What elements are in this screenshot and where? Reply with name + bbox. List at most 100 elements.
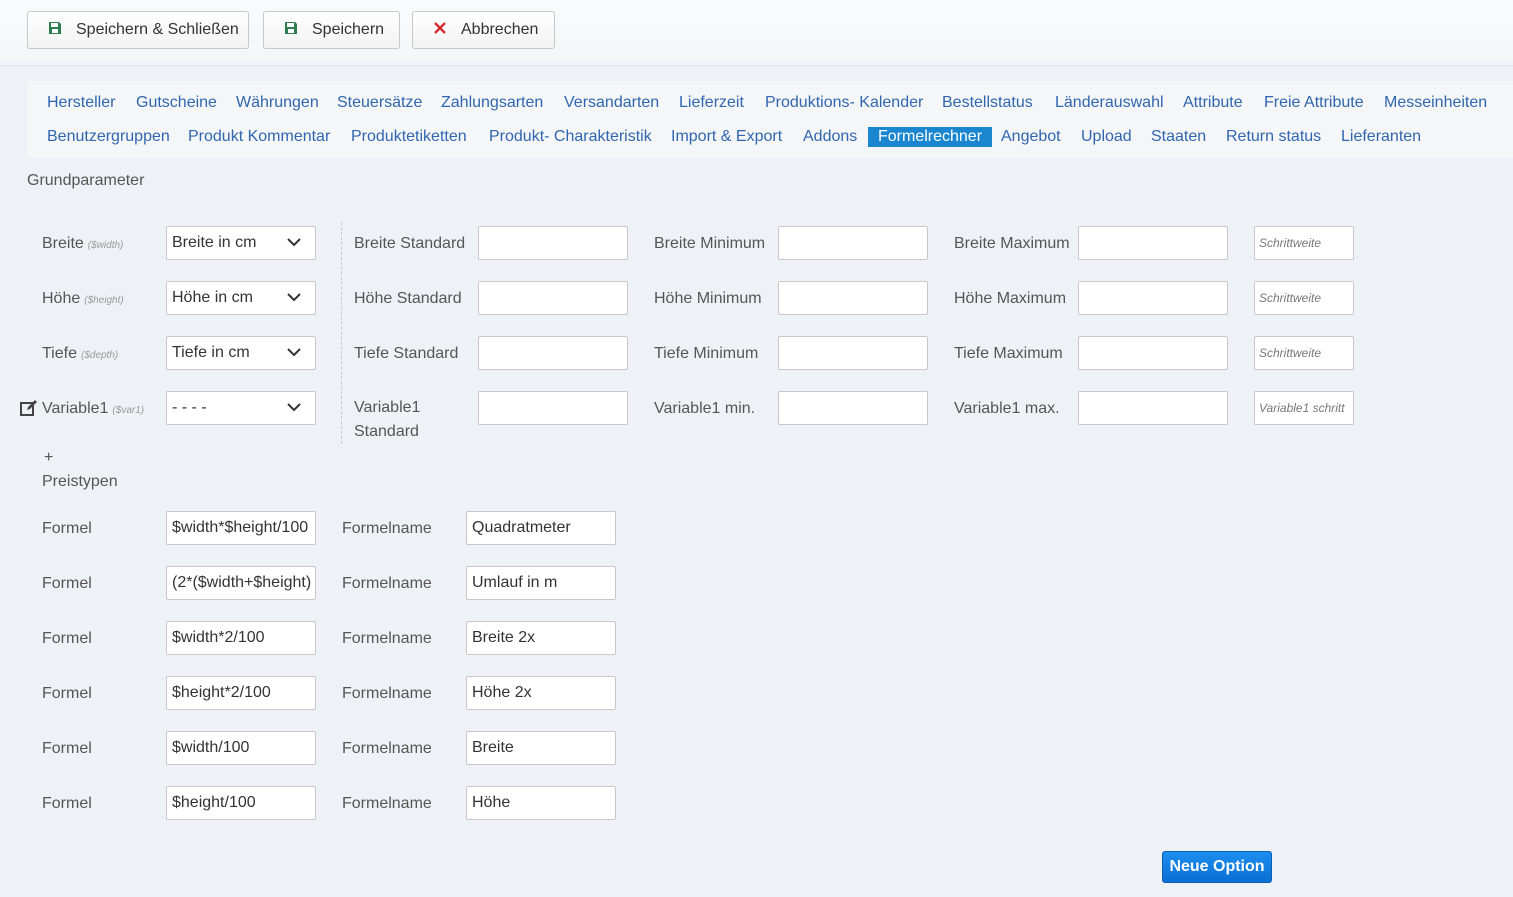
- tab-addons[interactable]: Addons: [803, 127, 857, 147]
- breite-unit-select[interactable]: Breite in cm: [166, 226, 316, 260]
- new-option-button[interactable]: Neue Option: [1162, 851, 1272, 883]
- chevron-down-icon: [287, 282, 301, 314]
- tab-produktions-kalender[interactable]: Produktions- Kalender: [765, 93, 923, 113]
- save-close-button[interactable]: Speichern & Schließen: [27, 11, 249, 49]
- tab-angebot[interactable]: Angebot: [1001, 127, 1061, 147]
- tab-attribute[interactable]: Attribute: [1183, 93, 1243, 113]
- tab-formelrechner[interactable]: Formelrechner: [868, 127, 993, 147]
- variable1-min-input[interactable]: [778, 391, 928, 425]
- formula-name-input[interactable]: Höhe: [466, 786, 616, 820]
- param-label-hoehe: Höhe ($height): [42, 290, 124, 307]
- tab-lieferzeit[interactable]: Lieferzeit: [679, 93, 744, 113]
- price-types-label: Preistypen: [42, 473, 118, 490]
- tab-bestellstatus[interactable]: Bestellstatus: [942, 93, 1033, 113]
- formula-input[interactable]: $width*$height/100: [166, 511, 316, 545]
- save-button[interactable]: Speichern: [263, 11, 400, 49]
- formula-name-label: Formelname: [342, 740, 432, 757]
- breite-max-label: Breite Maximum: [954, 235, 1070, 252]
- formula-name-input[interactable]: Quadratmeter: [466, 511, 616, 545]
- tiefe-min-input[interactable]: [778, 336, 928, 370]
- formula-input[interactable]: $width*2/100: [166, 621, 316, 655]
- tab-gutscheine[interactable]: Gutscheine: [136, 93, 217, 113]
- hoehe-max-label: Höhe Maximum: [954, 290, 1067, 307]
- formula-name-label: Formelname: [342, 575, 432, 592]
- tab-produktetiketten[interactable]: Produktetiketten: [351, 127, 467, 147]
- variable1-step-input[interactable]: Variable1 schritt: [1254, 391, 1354, 425]
- tab-versandarten[interactable]: Versandarten: [564, 93, 659, 113]
- tab-staaten[interactable]: Staaten: [1151, 127, 1206, 147]
- hoehe-unit-select[interactable]: Höhe in cm: [166, 281, 316, 315]
- tab-laenderauswahl[interactable]: Länderauswahl: [1055, 93, 1164, 113]
- param-label-tiefe: Tiefe ($depth): [42, 345, 119, 362]
- chevron-down-icon: [287, 227, 301, 259]
- tab-hersteller[interactable]: Hersteller: [47, 93, 115, 113]
- hoehe-min-input[interactable]: [778, 281, 928, 315]
- save-close-label: Speichern & Schließen: [76, 21, 239, 38]
- formula-input[interactable]: (2*($width+$height): [166, 566, 316, 600]
- tiefe-standard-input[interactable]: [478, 336, 628, 370]
- param-var: ($width): [87, 240, 124, 251]
- tab-waehrungen[interactable]: Währungen: [236, 93, 319, 113]
- formula-input[interactable]: $width/100: [166, 731, 316, 765]
- chevron-down-icon: [287, 392, 301, 424]
- variable1-standard-label: Variable1 Standard: [354, 399, 421, 440]
- tab-freie-attribute[interactable]: Freie Attribute: [1264, 93, 1364, 113]
- tab-upload[interactable]: Upload: [1081, 127, 1132, 147]
- param-var: ($height): [84, 295, 124, 306]
- tab-produkt-kommentar[interactable]: Produkt Kommentar: [188, 127, 330, 147]
- breite-min-input[interactable]: [778, 226, 928, 260]
- variable1-select[interactable]: - - - -: [166, 391, 316, 425]
- hoehe-standard-label: Höhe Standard: [354, 290, 462, 307]
- tab-zahlungsarten[interactable]: Zahlungsarten: [441, 93, 543, 113]
- formula-label: Formel: [42, 795, 92, 812]
- close-icon: [427, 21, 453, 39]
- formula-label: Formel: [42, 740, 92, 757]
- tiefe-step-input[interactable]: Schrittweite: [1254, 336, 1354, 370]
- tab-import-export[interactable]: Import & Export: [671, 127, 782, 147]
- param-label-variable1: Variable1 ($var1): [42, 400, 145, 417]
- hoehe-max-input[interactable]: [1078, 281, 1228, 315]
- tab-benutzergruppen[interactable]: Benutzergruppen: [47, 127, 170, 147]
- tab-produkt-charakteristik[interactable]: Produkt- Charakteristik: [489, 127, 652, 147]
- hoehe-min-label: Höhe Minimum: [654, 290, 762, 307]
- tiefe-max-label: Tiefe Maximum: [954, 345, 1063, 362]
- formula-name-input[interactable]: Höhe 2x: [466, 676, 616, 710]
- edit-icon[interactable]: [20, 399, 38, 422]
- chevron-down-icon: [287, 337, 301, 369]
- breite-max-input[interactable]: [1078, 226, 1228, 260]
- formula-input[interactable]: $height*2/100: [166, 676, 316, 710]
- formula-label: Formel: [42, 685, 92, 702]
- tab-steuersaetze[interactable]: Steuersätze: [337, 93, 422, 113]
- formula-name-label: Formelname: [342, 685, 432, 702]
- param-var: ($depth): [80, 350, 119, 361]
- formula-label: Formel: [42, 575, 92, 592]
- breite-step-input[interactable]: Schrittweite: [1254, 226, 1354, 260]
- formula-name-input[interactable]: Breite 2x: [466, 621, 616, 655]
- tiefe-unit-select[interactable]: Tiefe in cm: [166, 336, 316, 370]
- save-label: Speichern: [312, 21, 385, 38]
- formula-label: Formel: [42, 520, 92, 537]
- hoehe-step-input[interactable]: Schrittweite: [1254, 281, 1354, 315]
- tab-messeinheiten[interactable]: Messeinheiten: [1384, 93, 1487, 113]
- formula-name-input[interactable]: Umlauf in m: [466, 566, 616, 600]
- tab-navigation: Hersteller Gutscheine Währungen Steuersä…: [27, 81, 1513, 158]
- tab-return-status[interactable]: Return status: [1226, 127, 1321, 147]
- variable1-max-label: Variable1 max.: [954, 400, 1060, 417]
- save-icon: [42, 21, 68, 40]
- hoehe-standard-input[interactable]: [478, 281, 628, 315]
- add-variable-button[interactable]: +: [44, 449, 53, 467]
- cancel-button[interactable]: Abbrechen: [412, 11, 555, 49]
- formula-input[interactable]: $height/100: [166, 786, 316, 820]
- variable1-standard-input[interactable]: [478, 391, 628, 425]
- breite-standard-input[interactable]: [478, 226, 628, 260]
- breite-min-label: Breite Minimum: [654, 235, 766, 252]
- tab-lieferanten[interactable]: Lieferanten: [1341, 127, 1421, 147]
- formula-name-label: Formelname: [342, 795, 432, 812]
- tiefe-min-label: Tiefe Minimum: [654, 345, 759, 362]
- toolbar: Speichern & Schließen Speichern Abbreche…: [0, 0, 1513, 66]
- formula-name-label: Formelname: [342, 630, 432, 647]
- formula-name-label: Formelname: [342, 520, 432, 537]
- variable1-max-input[interactable]: [1078, 391, 1228, 425]
- tiefe-max-input[interactable]: [1078, 336, 1228, 370]
- formula-name-input[interactable]: Breite: [466, 731, 616, 765]
